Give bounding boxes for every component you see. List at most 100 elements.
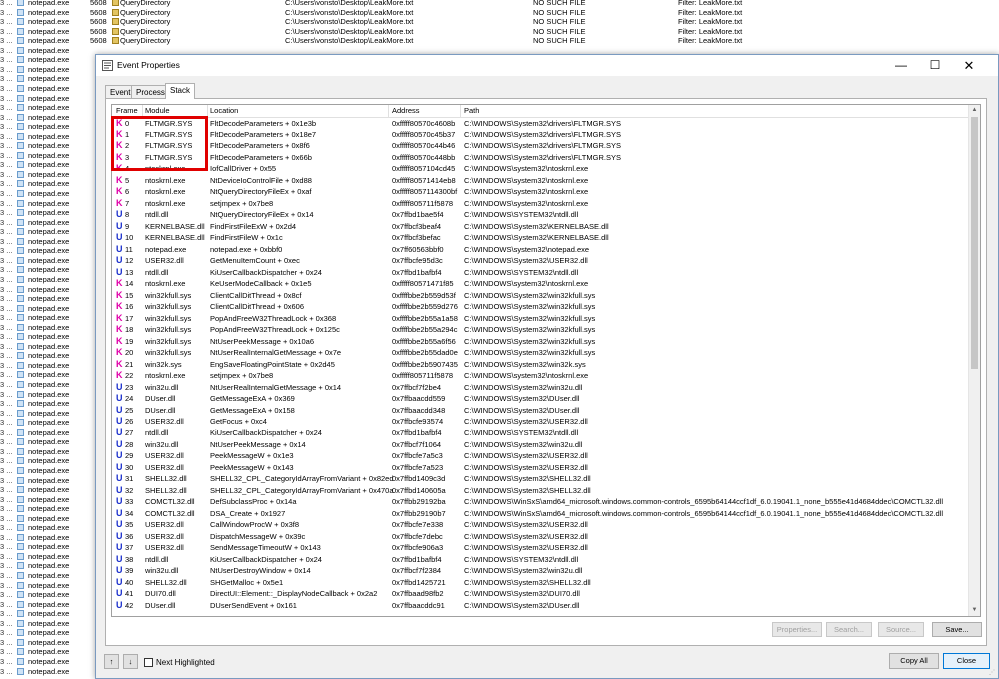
stack-frame-row[interactable]: U 13 ntdll.dll KiUserCallbackDispatcher + 0… (112, 267, 967, 278)
stack-frame-row[interactable]: U 29 USER32.dll PeekMessageW + 0x1e3 0x7ffbc… (112, 450, 967, 461)
stack-frame-row[interactable]: U 27 ntdll.dll KiUserCallbackDispatcher + 0… (112, 427, 967, 438)
event-row[interactable]: 3 ... notepad.exe 5608 QueryDirectory C:\Use… (0, 36, 999, 46)
column-header-path[interactable]: Path (464, 105, 479, 117)
stack-frame-row[interactable]: K 1 FLTMGR.SYS FltDecodeParameters + 0x18e7… (112, 129, 967, 140)
stack-frame-row[interactable]: K 15 win32kfull.sys ClientCallDitThread + 0… (112, 290, 967, 301)
minimize-button[interactable]: — (884, 55, 918, 76)
stack-frame-row[interactable]: U 28 win32u.dll NtUserPeekMessage + 0x14 0x7… (112, 439, 967, 450)
stack-frame-row[interactable]: U 8 ntdll.dll NtQueryDirectoryFileEx + 0x14… (112, 209, 967, 220)
stack-frame-row[interactable]: K 14 ntoskrnl.exe KeUserModeCallback + 0x1e… (112, 278, 967, 289)
stack-frame-row[interactable]: K 4 ntoskrnl.exe IofCallDriver + 0x55 0xffff… (112, 163, 967, 174)
maximize-button[interactable]: ☐ (918, 55, 952, 76)
save-button[interactable]: Save... (932, 622, 982, 637)
user-mode-icon: U (116, 484, 123, 495)
module-name: win32kfull.sys (145, 313, 192, 323)
scroll-up-icon[interactable]: ▲ (969, 105, 980, 116)
stack-frame-row[interactable]: U 31 SHELL32.dll SHELL32_CPL_CategoryIdArra… (112, 473, 967, 484)
stack-frame-row[interactable]: U 25 DUser.dll GetMessageExA + 0x158 0x7ffba… (112, 405, 967, 416)
stack-frame-row[interactable]: K 20 win32kfull.sys NtUserRealInternalGetMe… (112, 347, 967, 358)
stack-frame-row[interactable]: U 10 KERNELBASE.dll FindFirstFileW + 0x1c 0x… (112, 232, 967, 243)
row-prefix: 3 ... (0, 666, 13, 676)
stack-frame-row[interactable]: U 30 USER32.dll PeekMessageW + 0x143 0x7ffbc… (112, 462, 967, 473)
process-name: notepad.exe (28, 341, 70, 351)
dialog-titlebar[interactable]: Event Properties — ☐ ✕ (96, 55, 998, 76)
stack-frame-row[interactable]: U 33 COMCTL32.dll DefSubclassProc + 0x14a 0x… (112, 496, 967, 507)
stack-frame-row[interactable]: K 6 ntoskrnl.exe NtQueryDirectoryFileEx + 0… (112, 186, 967, 197)
stack-frame-row[interactable]: U 26 USER32.dll GetFocus + 0xc4 0x7ffbcfe935… (112, 416, 967, 427)
next-highlighted-label: Next Highlighted (156, 658, 215, 667)
stack-frame-row[interactable]: K 16 win32kfull.sys ClientCallDitThread + 0… (112, 301, 967, 312)
properties-button[interactable]: Properties... (772, 622, 822, 637)
next-highlighted-checkbox[interactable] (144, 658, 153, 667)
scrollbar-thumb[interactable] (971, 117, 978, 369)
process-icon (17, 266, 24, 274)
row-prefix: 3 ... (0, 341, 13, 351)
stack-frame-row[interactable]: K 21 win32k.sys EngSaveFloatingPointState +… (112, 359, 967, 370)
tab-stack[interactable]: Stack (165, 83, 196, 99)
frame-number: 30 (125, 462, 134, 472)
stack-frame-row[interactable]: U 34 COMCTL32.dll DSA_Create + 0x1927 0x7ffb… (112, 508, 967, 519)
event-row[interactable]: 3 ... notepad.exe 5608 QueryDirectory C:\Use… (0, 17, 999, 27)
stack-frame-row[interactable]: U 39 win32u.dll NtUserDestroyWindow + 0x14 0… (112, 565, 967, 576)
search-button[interactable]: Search... (826, 622, 872, 637)
process-name: notepad.exe (28, 160, 70, 170)
process-name: notepad.exe (28, 36, 70, 46)
row-prefix: 3 ... (0, 332, 13, 342)
column-divider[interactable] (460, 105, 461, 117)
stack-frame-row[interactable]: U 24 DUser.dll GetMessageExA + 0x369 0x7ffba… (112, 393, 967, 404)
module-name: win32kfull.sys (145, 325, 192, 335)
copy-all-button[interactable]: Copy All (889, 653, 939, 669)
event-row[interactable]: 3 ... notepad.exe 5608 QueryDirectory C:\Use… (0, 8, 999, 18)
resize-grip-icon[interactable]: ⋰ (989, 669, 997, 677)
stack-frame-row[interactable]: U 35 USER32.dll CallWindowProcW + 0x3f8 0x7f… (112, 519, 967, 530)
row-prefix: 3 ... (0, 141, 13, 151)
source-button[interactable]: Source... (878, 622, 924, 637)
stack-frame-row[interactable]: U 40 SHELL32.dll SHGetMalloc + 0x5e1 0x7ffbd… (112, 577, 967, 588)
stack-frame-row[interactable]: K 18 win32kfull.sys PopAndFreeW32ThreadLock… (112, 324, 967, 335)
stack-frame-row[interactable]: U 32 SHELL32.dll SHELL32_CPL_CategoryIdArra… (112, 485, 967, 496)
close-button[interactable]: Close (943, 653, 990, 669)
module-name: ntdll.dll (145, 267, 169, 277)
stack-frame-row[interactable]: U 9 KERNELBASE.dll FindFirstFileExW + 0x2d4… (112, 221, 967, 232)
process-name: notepad.exe (28, 437, 70, 447)
stack-frame-row[interactable]: K 19 win32kfull.sys NtUserPeekMessage + 0x1… (112, 336, 967, 347)
stack-frame-row[interactable]: K 17 win32kfull.sys PopAndFreeW32ThreadLock… (112, 313, 967, 324)
stack-frame-row[interactable]: U 42 DUser.dll DUserSendEvent + 0x161 0x7ffb… (112, 600, 967, 611)
module-name: KERNELBASE.dll (145, 221, 205, 231)
column-divider[interactable] (388, 105, 389, 117)
stack-frame-row[interactable]: U 37 USER32.dll SendMessageTimeoutW + 0x143… (112, 542, 967, 553)
address: 0x7ffbcf7f1064 (392, 439, 442, 449)
stack-frame-row[interactable]: U 11 notepad.exe notepad.exe + 0xbbf0 0x7ff6… (112, 244, 967, 255)
frame-number: 13 (125, 267, 134, 277)
stack-frame-row[interactable]: K 2 FLTMGR.SYS FltDecodeParameters + 0x8f6 0… (112, 140, 967, 151)
stack-frame-row[interactable]: K 7 ntoskrnl.exe setjmpex + 0x7be8 0xfffff80… (112, 198, 967, 209)
stack-frame-row[interactable]: U 41 DUI70.dll DirectUI::Element::_DisplayN… (112, 588, 967, 599)
process-icon (17, 361, 24, 369)
column-header-location[interactable]: Location (210, 105, 238, 117)
stack-frame-row[interactable]: K 22 ntoskrnl.exe setjmpex + 0x7be8 0xfffff8… (112, 370, 967, 381)
stack-frame-list[interactable]: Frame Module Location Address Path K 0 FLT… (111, 104, 981, 617)
address: 0xffffbbe2b55a294c (392, 325, 458, 335)
vertical-scrollbar[interactable]: ▲ ▼ (968, 105, 980, 616)
stack-frame-row[interactable]: U 23 win32u.dll NtUserRealInternalGetMessag… (112, 382, 967, 393)
stack-frame-row[interactable]: K 3 FLTMGR.SYS FltDecodeParameters + 0x66b 0… (112, 152, 967, 163)
close-window-button[interactable]: ✕ (952, 55, 986, 76)
stack-frame-row[interactable]: U 38 ntdll.dll KiUserCallbackDispatcher + 0… (112, 554, 967, 565)
column-header-address[interactable]: Address (392, 105, 420, 117)
event-row[interactable]: 3 ... notepad.exe 5608 QueryDirectory C:\Use… (0, 0, 999, 8)
event-row[interactable]: 3 ... notepad.exe 5608 QueryDirectory C:\Use… (0, 27, 999, 37)
module-name: ntdll.dll (145, 554, 169, 564)
process-icon (17, 657, 24, 665)
kernel-mode-icon: K (116, 186, 123, 197)
next-event-button[interactable]: ↓ (123, 654, 138, 669)
address: 0x7ffbaacddc91 (392, 600, 445, 610)
previous-event-button[interactable]: ↑ (104, 654, 119, 669)
stack-frame-row[interactable]: K 0 FLTMGR.SYS FltDecodeParameters + 0x1e3b… (112, 118, 967, 129)
scroll-down-icon[interactable]: ▼ (969, 605, 980, 616)
row-prefix: 3 ... (0, 609, 13, 619)
stack-frame-row[interactable]: K 5 ntoskrnl.exe NtDeviceIoControlFile + 0x… (112, 175, 967, 186)
address: 0x7ffbd1409c3d (392, 474, 446, 484)
address: 0x7ffbb29190b7 (392, 508, 446, 518)
stack-frame-row[interactable]: U 12 USER32.dll GetMenuItemCount + 0xec 0x7f… (112, 255, 967, 266)
stack-frame-row[interactable]: U 36 USER32.dll DispatchMessageW + 0x39c 0x7… (112, 531, 967, 542)
